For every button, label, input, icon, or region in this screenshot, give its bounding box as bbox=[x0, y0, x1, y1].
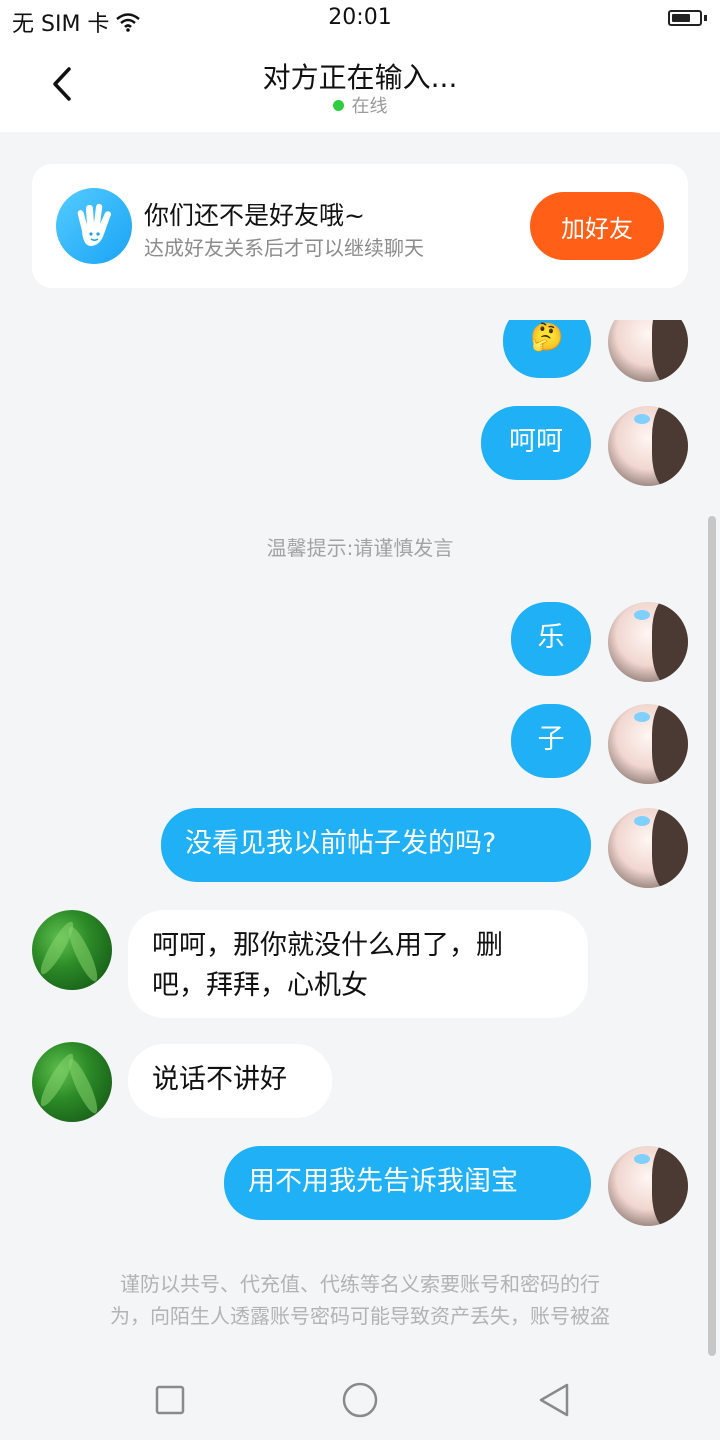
banner-title: 你们还不是好友哦~ bbox=[144, 201, 365, 230]
warning-line: 为，向陌生人透露账号密码可能导致资产丢失，账号被盗 bbox=[110, 1304, 610, 1328]
nav-back-button[interactable] bbox=[534, 1380, 574, 1420]
circle-icon bbox=[342, 1382, 378, 1418]
recent-apps-button[interactable] bbox=[150, 1380, 190, 1420]
square-icon bbox=[155, 1385, 185, 1415]
message-bubble-outgoing[interactable]: 呵呵 bbox=[481, 406, 591, 480]
message-text: 说话不讲好 bbox=[152, 1064, 287, 1095]
message-bubble-outgoing[interactable]: 子 bbox=[511, 704, 591, 778]
online-status: 在线 bbox=[0, 92, 720, 118]
safety-hint: 温馨提示:请谨慎发言 bbox=[266, 536, 454, 560]
battery-nub bbox=[704, 15, 707, 21]
message-bubble-outgoing[interactable]: 没看见我以前帖子发的吗? bbox=[161, 808, 591, 882]
scrollbar[interactable] bbox=[708, 516, 716, 1356]
add-friend-button[interactable]: 加好友 bbox=[530, 192, 664, 260]
home-button[interactable] bbox=[340, 1380, 380, 1420]
security-warning: 谨防以共号、代充值、代练等名义索要账号和密码的行 为，向陌生人透露账号密码可能导… bbox=[60, 1268, 660, 1332]
online-dot-icon bbox=[332, 100, 344, 111]
avatar[interactable] bbox=[608, 704, 688, 784]
chat-title: 对方正在输入... bbox=[262, 61, 458, 94]
avatar[interactable] bbox=[32, 1042, 112, 1122]
message-text: 子 bbox=[537, 724, 565, 755]
battery-level bbox=[672, 14, 691, 22]
battery-icon bbox=[668, 10, 702, 26]
avatar[interactable] bbox=[608, 808, 688, 888]
avatar[interactable] bbox=[32, 910, 112, 990]
message-bubble-outgoing[interactable]: 乐 bbox=[511, 602, 591, 676]
avatar[interactable] bbox=[608, 1146, 688, 1226]
message-text: 乐 bbox=[537, 622, 565, 653]
thinking-face-emoji: 🤔 bbox=[530, 322, 564, 353]
message-bubble-incoming[interactable]: 呵呵，那你就没什么用了，删 吧，拜拜，心机女 bbox=[128, 910, 588, 1018]
message-bubble-outgoing[interactable]: 🤔 bbox=[503, 320, 591, 378]
avatar[interactable] bbox=[608, 406, 688, 486]
message-bubble-outgoing[interactable]: 用不用我先告诉我闺宝 bbox=[224, 1146, 591, 1220]
message-text: 用不用我先告诉我闺宝 bbox=[248, 1166, 518, 1197]
message-text: 呵呵 bbox=[509, 426, 563, 457]
clock: 20:01 bbox=[328, 5, 392, 30]
banner-subtitle: 达成好友关系后才可以继续聊天 bbox=[144, 236, 424, 260]
warning-line: 谨防以共号、代充值、代练等名义索要账号和密码的行 bbox=[120, 1272, 600, 1296]
message-text-line: 呵呵，那你就没什么用了，删 bbox=[152, 930, 503, 961]
triangle-back-icon bbox=[539, 1383, 569, 1417]
message-text-line: 吧，拜拜，心机女 bbox=[152, 970, 368, 1001]
message-bubble-incoming[interactable]: 说话不讲好 bbox=[128, 1044, 332, 1118]
avatar[interactable] bbox=[608, 602, 688, 682]
online-label: 在线 bbox=[351, 96, 388, 117]
message-list[interactable]: 🤔 呵呵 温馨提示:请谨慎发言 乐 子 没看见我以前帖子发的吗? 呵呵，那你就没… bbox=[0, 320, 720, 1350]
message-text: 没看见我以前帖子发的吗? bbox=[185, 828, 497, 859]
hand-icon bbox=[56, 188, 132, 264]
avatar[interactable] bbox=[608, 320, 688, 382]
